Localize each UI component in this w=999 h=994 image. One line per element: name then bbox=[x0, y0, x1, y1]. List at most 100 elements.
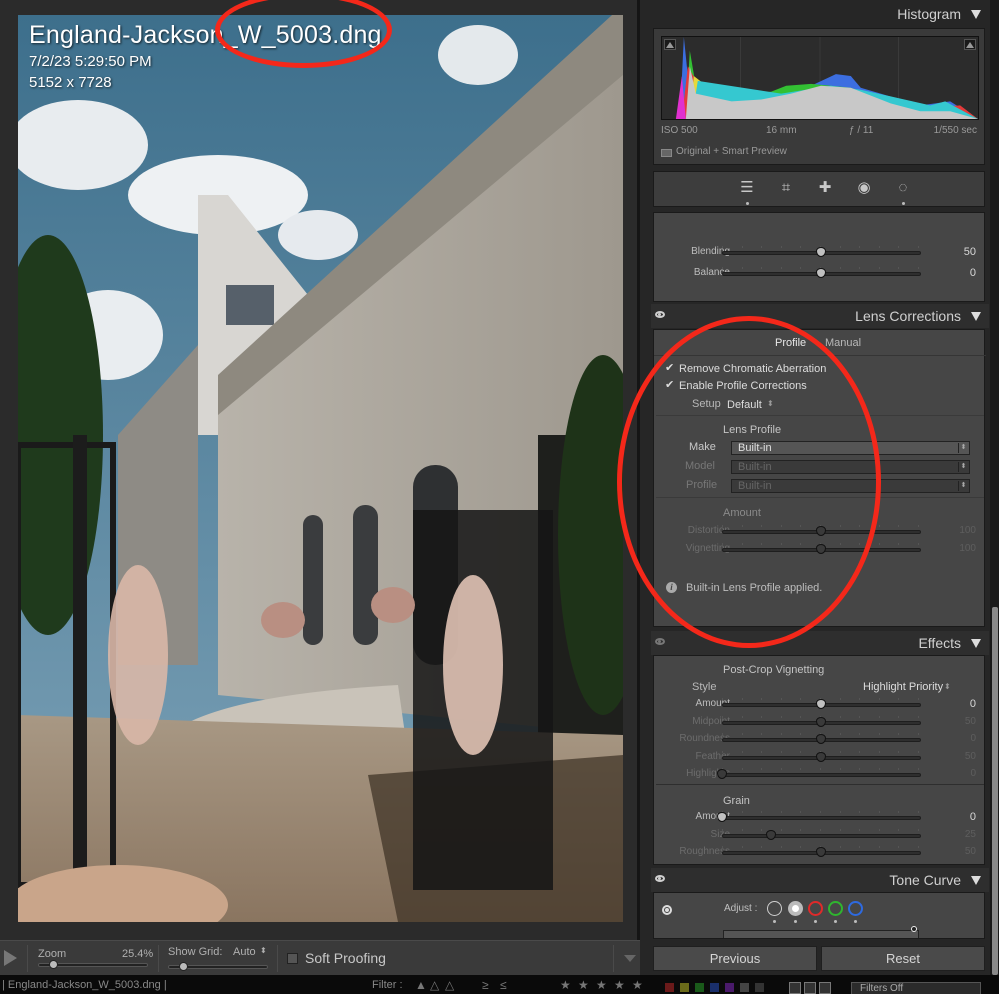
setup-select[interactable]: Default bbox=[727, 399, 762, 411]
soft-proofing-label[interactable]: Soft Proofing bbox=[305, 950, 386, 966]
green-channel-icon[interactable] bbox=[828, 901, 843, 916]
color-label-swatch[interactable] bbox=[695, 983, 704, 992]
slider-thumb[interactable] bbox=[815, 751, 826, 762]
select-spinner-icon[interactable]: ⬍ bbox=[958, 462, 968, 472]
show-grid-select[interactable]: Auto bbox=[233, 946, 256, 958]
highlight-clipping-toggle[interactable] bbox=[964, 39, 976, 50]
preview-source-label[interactable]: Original + Smart Preview bbox=[676, 146, 787, 157]
rating-operator-icon[interactable]: ≥ bbox=[482, 978, 489, 992]
grid-opacity-thumb[interactable] bbox=[179, 962, 188, 971]
slider-value[interactable]: 0 bbox=[970, 698, 976, 710]
flag-filter-icon[interactable]: △ bbox=[430, 978, 439, 992]
right-panel-scrollbar[interactable] bbox=[990, 0, 999, 975]
select-spinner-icon[interactable]: ⬍ bbox=[958, 481, 968, 491]
histogram-graph[interactable] bbox=[661, 36, 979, 120]
slider-thumb[interactable] bbox=[815, 247, 826, 257]
slider-thumb[interactable] bbox=[815, 716, 826, 727]
color-label-swatch[interactable] bbox=[725, 983, 734, 992]
slider-value[interactable]: 50 bbox=[965, 846, 976, 857]
color-label-swatch[interactable] bbox=[710, 983, 719, 992]
star-icon[interactable]: ★ bbox=[578, 978, 589, 992]
targeted-adjustment-icon[interactable] bbox=[662, 905, 672, 915]
enable-profile-label[interactable]: Enable Profile Corrections bbox=[679, 380, 807, 392]
tone-curve-header[interactable]: Tone Curve bbox=[651, 868, 989, 892]
grid-view-icon[interactable] bbox=[789, 982, 801, 994]
parametric-curve-icon[interactable] bbox=[767, 901, 782, 916]
slider-track[interactable] bbox=[722, 833, 921, 838]
tab-manual[interactable]: Manual bbox=[825, 337, 861, 349]
style-spinner-icon[interactable]: ⬍ bbox=[944, 682, 951, 691]
slider-value[interactable]: 0 bbox=[970, 733, 976, 744]
slideshow-play-icon[interactable] bbox=[4, 950, 17, 966]
shadow-clipping-toggle[interactable] bbox=[664, 39, 676, 50]
tone-curve-graph[interactable] bbox=[723, 930, 919, 938]
collapse-triangle-icon[interactable] bbox=[971, 10, 981, 19]
previous-button[interactable]: Previous bbox=[653, 946, 817, 971]
edit-sliders-icon[interactable]: ☰ bbox=[737, 178, 757, 198]
remove-ca-checkbox[interactable]: ✔ bbox=[665, 363, 674, 374]
crop-icon[interactable]: ⌗ bbox=[776, 178, 796, 198]
slider-value[interactable]: 100 bbox=[959, 525, 976, 536]
make-select[interactable]: Built-in ⬍ bbox=[731, 441, 970, 455]
filter-preset-select[interactable]: Filters Off bbox=[851, 982, 981, 994]
compare-view-icon[interactable] bbox=[819, 982, 831, 994]
style-select[interactable]: Highlight Priority bbox=[863, 681, 943, 693]
collapse-triangle-icon[interactable] bbox=[971, 312, 981, 321]
remove-ca-label[interactable]: Remove Chromatic Aberration bbox=[679, 363, 826, 375]
setup-spinner-icon[interactable]: ⬍ bbox=[767, 399, 774, 408]
zoom-slider[interactable] bbox=[38, 960, 148, 969]
soft-proofing-checkbox[interactable] bbox=[287, 953, 298, 964]
slider-value[interactable]: 0 bbox=[970, 267, 976, 279]
effects-header[interactable]: Effects bbox=[651, 631, 989, 655]
color-label-swatch[interactable] bbox=[755, 983, 764, 992]
model-select[interactable]: Built-in ⬍ bbox=[731, 460, 970, 474]
visibility-eye-icon[interactable] bbox=[655, 638, 665, 645]
slider-value[interactable]: 0 bbox=[970, 768, 976, 779]
slider-thumb[interactable] bbox=[815, 734, 826, 744]
star-icon[interactable]: ★ bbox=[614, 978, 625, 992]
red-eye-icon[interactable]: ◉ bbox=[854, 178, 874, 198]
zoom-slider-thumb[interactable] bbox=[49, 960, 58, 969]
slider-track[interactable] bbox=[722, 773, 921, 777]
toolbar-options-dropdown-icon[interactable] bbox=[624, 955, 636, 962]
slider-value[interactable]: 50 bbox=[964, 246, 976, 258]
curve-point-handle[interactable] bbox=[911, 926, 917, 932]
histogram-header[interactable]: Histogram bbox=[651, 2, 989, 26]
flag-filter-icon[interactable]: △ bbox=[445, 978, 454, 992]
lens-corrections-header[interactable]: Lens Corrections bbox=[651, 304, 989, 328]
visibility-eye-icon[interactable] bbox=[655, 875, 665, 882]
grid-opacity-slider[interactable] bbox=[168, 962, 268, 971]
flag-filter-icon[interactable]: ▲ bbox=[415, 978, 427, 992]
collapse-triangle-icon[interactable] bbox=[971, 639, 981, 648]
slider-value[interactable]: 25 bbox=[965, 829, 976, 840]
color-label-swatch[interactable] bbox=[740, 983, 749, 992]
slider-thumb[interactable] bbox=[815, 268, 826, 278]
profile-select[interactable]: Built-in ⬍ bbox=[731, 479, 970, 493]
slider-value[interactable]: 50 bbox=[965, 751, 976, 762]
tab-profile[interactable]: Profile bbox=[775, 337, 806, 349]
slider-thumb[interactable] bbox=[815, 526, 826, 536]
rating-operator-icon[interactable]: ≤ bbox=[500, 978, 507, 992]
slider-value[interactable]: 0 bbox=[970, 811, 976, 823]
show-grid-spinner-icon[interactable]: ⬍ bbox=[260, 946, 267, 955]
color-label-swatch[interactable] bbox=[680, 983, 689, 992]
masking-icon[interactable]: ◌ bbox=[893, 178, 913, 198]
slider-thumb[interactable] bbox=[766, 829, 777, 840]
red-channel-icon[interactable] bbox=[808, 901, 823, 916]
scrollbar-thumb[interactable] bbox=[992, 607, 998, 975]
blue-channel-icon[interactable] bbox=[848, 901, 863, 916]
loupe-view-icon[interactable] bbox=[804, 982, 816, 994]
select-spinner-icon[interactable]: ⬍ bbox=[958, 443, 968, 453]
slider-thumb[interactable] bbox=[815, 847, 826, 857]
slider-track[interactable] bbox=[722, 816, 921, 820]
slider-thumb[interactable] bbox=[815, 544, 826, 554]
point-curve-white-icon[interactable] bbox=[788, 901, 803, 916]
visibility-eye-icon[interactable] bbox=[655, 311, 665, 318]
slider-value[interactable]: 50 bbox=[965, 716, 976, 727]
slider-thumb[interactable] bbox=[815, 699, 826, 709]
slider-value[interactable]: 100 bbox=[959, 543, 976, 554]
star-icon[interactable]: ★ bbox=[596, 978, 607, 992]
collapse-triangle-icon[interactable] bbox=[971, 876, 981, 885]
reset-button[interactable]: Reset bbox=[821, 946, 985, 971]
healing-icon[interactable]: ✚ bbox=[815, 178, 835, 198]
